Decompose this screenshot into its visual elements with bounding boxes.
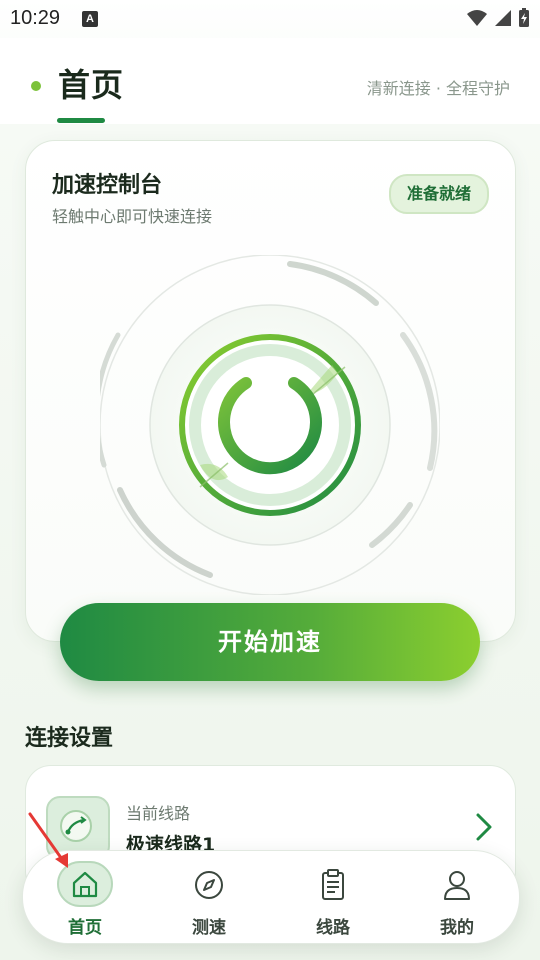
tab-routes[interactable]: 线路 xyxy=(271,851,395,943)
tab-label-routes: 线路 xyxy=(316,918,350,938)
tab-speedtest[interactable]: 测速 xyxy=(147,851,271,943)
compass-icon xyxy=(189,865,229,905)
clipboard-icon xyxy=(313,865,353,905)
bottom-tab-bar: 首页 测速 线路 我的 xyxy=(22,850,520,944)
signal-icon xyxy=(495,10,511,26)
route-label: 当前线路 xyxy=(126,804,191,823)
page-title: 首页 xyxy=(58,66,125,104)
chevron-right-icon[interactable] xyxy=(475,812,493,842)
annotation-arrow-icon xyxy=(28,812,68,868)
power-dial-graphic xyxy=(100,255,440,595)
power-dial xyxy=(100,255,440,595)
battery-icon xyxy=(519,8,529,27)
tab-profile[interactable]: 我的 xyxy=(395,851,519,943)
user-icon xyxy=(437,865,477,905)
tab-label-profile: 我的 xyxy=(440,918,474,938)
status-badge: 准备就绪 xyxy=(388,174,489,214)
start-accelerate-button[interactable]: 开始加速 xyxy=(60,603,480,681)
notification-a-icon: A xyxy=(82,11,98,27)
console-subtitle: 轻触中心即可快速连接 xyxy=(52,207,213,226)
status-time: 10:29 xyxy=(10,7,61,29)
tab-label-home: 首页 xyxy=(68,918,102,938)
status-icons xyxy=(466,8,530,28)
console-title: 加速控制台 xyxy=(52,173,163,198)
wifi-icon xyxy=(467,10,487,26)
tab-label-speedtest: 测速 xyxy=(192,918,226,938)
status-bar: 10:29 A xyxy=(0,0,540,38)
page-header: 首页 清新连接 · 全程守护 xyxy=(0,38,540,124)
title-underline xyxy=(57,118,105,123)
page-subtitle: 清新连接 · 全程守护 xyxy=(366,79,510,98)
header-dot xyxy=(31,81,41,91)
connection-settings-title: 连接设置 xyxy=(25,726,114,751)
